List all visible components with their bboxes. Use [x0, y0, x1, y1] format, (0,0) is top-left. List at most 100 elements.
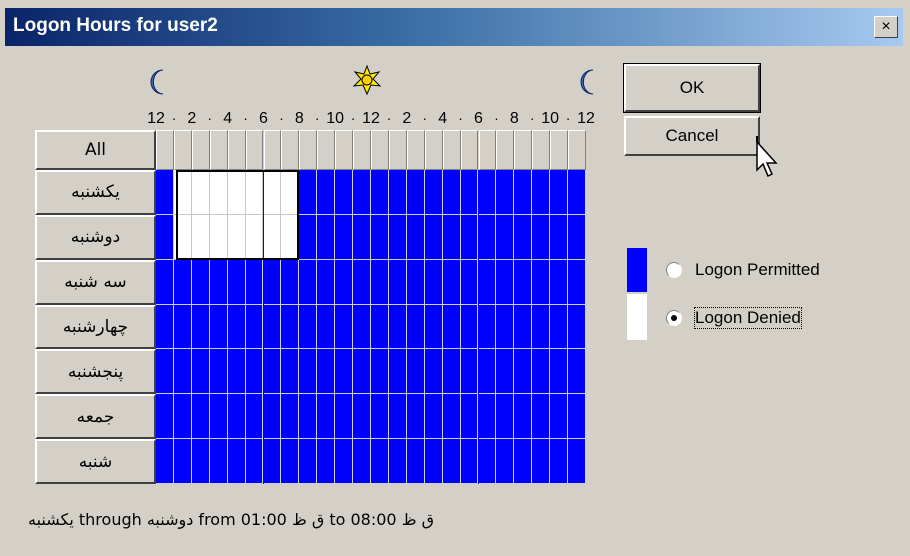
- hour-column-button[interactable]: [532, 130, 551, 170]
- hour-cell[interactable]: [281, 304, 300, 350]
- hour-column-button[interactable]: [317, 130, 336, 170]
- hour-cell[interactable]: [568, 259, 586, 305]
- hour-column-button[interactable]: [245, 130, 264, 170]
- hour-cell[interactable]: [371, 349, 389, 395]
- hour-cell[interactable]: [496, 349, 515, 395]
- hour-cell[interactable]: [335, 394, 354, 440]
- hour-cell[interactable]: [335, 170, 354, 215]
- hour-cell[interactable]: [478, 214, 497, 260]
- hour-cell[interactable]: [209, 349, 228, 395]
- hour-cell[interactable]: [263, 304, 282, 350]
- hour-column-button[interactable]: [424, 130, 443, 170]
- hour-cell[interactable]: [478, 259, 497, 305]
- hour-cell[interactable]: [317, 394, 336, 440]
- hour-cell[interactable]: [568, 304, 586, 350]
- hour-cell[interactable]: [496, 259, 515, 305]
- hour-cell[interactable]: [156, 304, 174, 350]
- hour-cell[interactable]: [209, 439, 228, 484]
- hour-cell[interactable]: [173, 259, 192, 305]
- hour-cell[interactable]: [156, 349, 174, 395]
- hour-cell[interactable]: [550, 304, 569, 350]
- hour-cell[interactable]: [514, 304, 533, 350]
- hour-column-button[interactable]: [460, 130, 479, 170]
- hour-cell[interactable]: [317, 439, 336, 484]
- hour-cell[interactable]: [478, 304, 497, 350]
- hour-cell[interactable]: [550, 170, 569, 215]
- hour-cell[interactable]: [460, 214, 479, 260]
- hour-column-button[interactable]: [442, 130, 461, 170]
- hour-cell[interactable]: [335, 259, 354, 305]
- hour-cell[interactable]: [442, 170, 461, 215]
- hour-cell[interactable]: [496, 439, 515, 484]
- hour-cell[interactable]: [406, 439, 425, 484]
- day-row-button[interactable]: چهارشنبه: [35, 304, 156, 350]
- hour-cell[interactable]: [353, 394, 371, 440]
- hour-cell[interactable]: [532, 170, 551, 215]
- hour-cell[interactable]: [191, 304, 210, 350]
- hour-column-button[interactable]: [550, 130, 569, 170]
- hour-cell[interactable]: [156, 214, 174, 260]
- hour-cell[interactable]: [460, 259, 479, 305]
- hour-column-button[interactable]: [156, 130, 174, 170]
- hour-column-button[interactable]: [209, 130, 228, 170]
- ok-button[interactable]: OK: [623, 63, 761, 113]
- hour-cell[interactable]: [335, 214, 354, 260]
- hour-cell[interactable]: [227, 349, 246, 395]
- hour-cell[interactable]: [550, 394, 569, 440]
- hour-cell[interactable]: [424, 394, 443, 440]
- hour-cell[interactable]: [209, 304, 228, 350]
- hour-column-button[interactable]: [299, 130, 318, 170]
- hour-cell[interactable]: [514, 170, 533, 215]
- hour-cell[interactable]: [371, 214, 389, 260]
- day-row-button[interactable]: جمعه: [35, 394, 156, 440]
- hour-cell[interactable]: [532, 439, 551, 484]
- hour-cell[interactable]: [317, 259, 336, 305]
- hour-cell[interactable]: [532, 349, 551, 395]
- hour-cell[interactable]: [209, 394, 228, 440]
- hour-cell[interactable]: [371, 304, 389, 350]
- hour-cell[interactable]: [550, 439, 569, 484]
- hour-cell[interactable]: [406, 170, 425, 215]
- hour-cell[interactable]: [550, 214, 569, 260]
- day-row-button[interactable]: دوشنبه: [35, 214, 156, 260]
- hour-cell[interactable]: [532, 214, 551, 260]
- logon-permitted-label[interactable]: Logon Permitted: [695, 260, 820, 280]
- hour-cell[interactable]: [263, 259, 282, 305]
- hour-cell[interactable]: [496, 394, 515, 440]
- hour-cell[interactable]: [299, 439, 318, 484]
- hour-cell[interactable]: [568, 214, 586, 260]
- hour-cell[interactable]: [191, 349, 210, 395]
- hour-cell[interactable]: [388, 214, 407, 260]
- hour-cell[interactable]: [442, 259, 461, 305]
- hour-cell[interactable]: [550, 349, 569, 395]
- hour-cell[interactable]: [532, 304, 551, 350]
- hour-cell[interactable]: [424, 259, 443, 305]
- hour-cell[interactable]: [173, 304, 192, 350]
- hour-cell[interactable]: [335, 439, 354, 484]
- hour-cell[interactable]: [281, 349, 300, 395]
- hour-cell[interactable]: [156, 439, 174, 484]
- hour-column-button[interactable]: [227, 130, 246, 170]
- hour-cell[interactable]: [173, 439, 192, 484]
- hour-column-button[interactable]: [371, 130, 389, 170]
- hour-cell[interactable]: [281, 439, 300, 484]
- hour-cell[interactable]: [209, 259, 228, 305]
- hour-cell[interactable]: [281, 259, 300, 305]
- hour-cell[interactable]: [335, 349, 354, 395]
- hour-cell[interactable]: [388, 439, 407, 484]
- day-row-button[interactable]: شنبه: [35, 439, 156, 484]
- hour-cell[interactable]: [317, 214, 336, 260]
- hour-column-button[interactable]: [478, 130, 497, 170]
- hour-cell[interactable]: [353, 349, 371, 395]
- hour-cell[interactable]: [299, 214, 318, 260]
- hour-cell[interactable]: [478, 394, 497, 440]
- hour-cell[interactable]: [442, 214, 461, 260]
- hour-cell[interactable]: [245, 349, 264, 395]
- hour-cell[interactable]: [263, 349, 282, 395]
- hour-cell[interactable]: [424, 214, 443, 260]
- hour-column-button[interactable]: [496, 130, 515, 170]
- hour-cell[interactable]: [406, 304, 425, 350]
- hour-column-button[interactable]: [281, 130, 300, 170]
- hour-cell[interactable]: [299, 349, 318, 395]
- hour-cell[interactable]: [424, 304, 443, 350]
